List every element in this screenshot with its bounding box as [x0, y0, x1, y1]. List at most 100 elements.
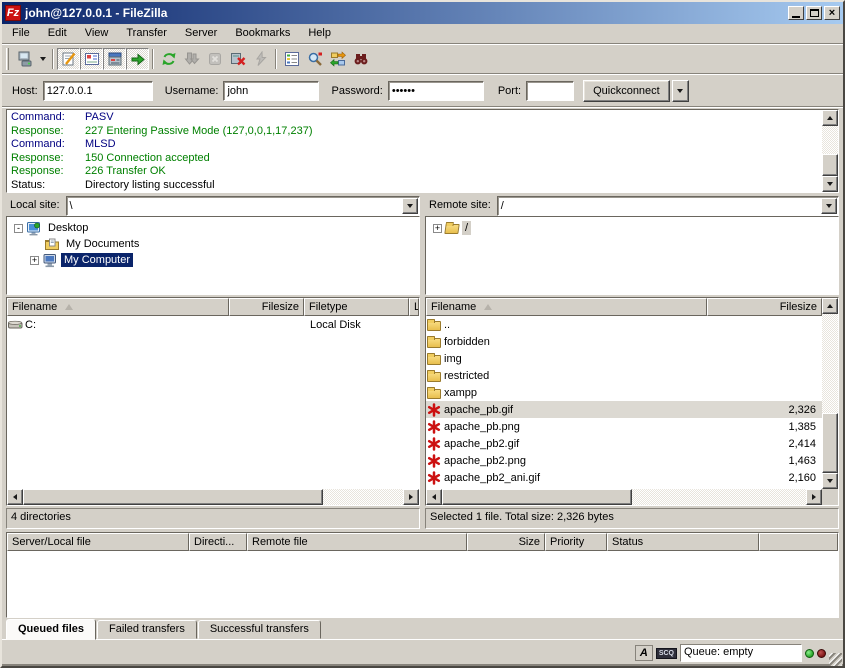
remote-site-combo-arrow[interactable] — [821, 198, 837, 214]
find-files-button[interactable] — [349, 48, 372, 70]
collapse-toggle[interactable]: - — [14, 224, 23, 233]
queue-body[interactable] — [7, 551, 838, 617]
tab-failed-transfers[interactable]: Failed transfers — [97, 620, 197, 639]
scroll-left-button[interactable] — [426, 489, 442, 505]
close-button[interactable]: × — [824, 6, 840, 20]
menu-transfer[interactable]: Transfer — [117, 25, 176, 42]
toggle-message-log-button[interactable] — [57, 48, 80, 70]
site-manager-button[interactable] — [13, 48, 36, 70]
column-header-size[interactable]: Size — [467, 533, 545, 551]
remote-list-vscrollbar[interactable] — [822, 298, 838, 489]
scroll-right-button[interactable] — [403, 489, 419, 505]
column-header-server-local-file[interactable]: Server/Local file — [7, 533, 189, 551]
remote-file-row[interactable]: apache_pb2.gif2,414 — [426, 435, 822, 452]
remote-file-row[interactable]: xampp — [426, 384, 822, 401]
column-header-status[interactable]: Status — [607, 533, 759, 551]
menu-help[interactable]: Help — [299, 25, 340, 42]
scroll-left-button[interactable] — [7, 489, 23, 505]
remote-file-row[interactable]: apache_pb.png1,385 — [426, 418, 822, 435]
column-header-filename[interactable]: Filename — [7, 298, 229, 316]
quickconnect-button[interactable]: Quickconnect — [583, 80, 670, 102]
remote-file-row[interactable]: apache_pb2.png1,463 — [426, 452, 822, 469]
column-header-direction[interactable]: Directi... — [189, 533, 247, 551]
remote-directory-tree: + / — [425, 216, 839, 295]
titlebar[interactable]: Fz john@127.0.0.1 - FileZilla × — [2, 2, 843, 24]
menu-server[interactable]: Server — [176, 25, 226, 42]
process-queue-button[interactable] — [180, 48, 203, 70]
column-header-filesize[interactable]: Filesize — [229, 298, 304, 316]
scrollbar-track[interactable] — [23, 489, 403, 505]
port-input[interactable] — [526, 81, 574, 101]
disconnect-icon — [230, 51, 246, 67]
image-file-icon — [427, 454, 441, 468]
scroll-down-button[interactable] — [822, 176, 838, 192]
scrollbar-thumb[interactable] — [822, 413, 838, 473]
scrollbar-track[interactable] — [442, 489, 806, 505]
username-input[interactable] — [223, 81, 319, 101]
column-header-filetype[interactable]: Filetype — [304, 298, 409, 316]
menu-bookmarks[interactable]: Bookmarks — [226, 25, 299, 42]
tab-successful-transfers[interactable]: Successful transfers — [198, 620, 321, 639]
remote-site-combo[interactable]: / — [497, 196, 839, 216]
scrollbar-thumb[interactable] — [442, 489, 632, 505]
maximize-button[interactable] — [806, 6, 822, 20]
remote-file-row[interactable]: img — [426, 350, 822, 367]
column-header-priority[interactable]: Priority — [545, 533, 607, 551]
resize-grip[interactable] — [829, 653, 842, 666]
remote-file-row[interactable]: forbidden — [426, 333, 822, 350]
tree-item-my-computer[interactable]: + My Computer — [7, 252, 419, 268]
toggle-queue-button[interactable] — [126, 48, 149, 70]
log-scrollbar[interactable] — [822, 110, 838, 192]
directory-filters-button[interactable] — [280, 48, 303, 70]
synchronized-browsing-button[interactable] — [326, 48, 349, 70]
local-site-combo-arrow[interactable] — [402, 198, 418, 214]
queue-view-icon — [130, 51, 146, 67]
remote-list-hscrollbar[interactable] — [426, 489, 838, 505]
scrollbar-track[interactable] — [822, 126, 838, 176]
column-header-remote-file[interactable]: Remote file — [247, 533, 467, 551]
column-header-lastmodified[interactable]: L — [409, 298, 419, 316]
toolbar-grip — [6, 48, 9, 70]
folder-icon — [427, 338, 441, 348]
column-header-filename[interactable]: Filename — [426, 298, 707, 316]
quickconnect-dropdown[interactable] — [672, 80, 689, 102]
site-manager-dropdown[interactable] — [36, 48, 49, 70]
disconnect-button[interactable] — [226, 48, 249, 70]
password-input[interactable] — [388, 81, 484, 101]
menu-edit[interactable]: Edit — [39, 25, 76, 42]
tree-item-root[interactable]: + / — [426, 220, 838, 236]
remote-file-row-selected[interactable]: apache_pb.gif2,326 — [426, 401, 822, 418]
local-file-row[interactable]: C: Local Disk — [7, 316, 419, 333]
scrollbar-track[interactable] — [822, 314, 838, 473]
local-list-hscrollbar[interactable] — [7, 489, 419, 505]
scroll-up-button[interactable] — [822, 110, 838, 126]
toggle-local-tree-button[interactable] — [80, 48, 103, 70]
scrollbar-thumb[interactable] — [822, 154, 838, 176]
remote-file-row[interactable]: restricted — [426, 367, 822, 384]
toggle-remote-tree-button[interactable] — [103, 48, 126, 70]
menu-view[interactable]: View — [76, 25, 118, 42]
scroll-up-button[interactable] — [822, 298, 838, 314]
transfer-type-indicator[interactable]: A — [635, 645, 653, 661]
cancel-operation-button[interactable] — [203, 48, 226, 70]
refresh-button[interactable] — [157, 48, 180, 70]
tree-item-my-documents[interactable]: My Documents — [7, 236, 419, 252]
minimize-button[interactable] — [788, 6, 804, 20]
tree-item-desktop[interactable]: - Desktop — [7, 220, 419, 236]
menu-file[interactable]: File — [3, 25, 39, 42]
scroll-down-button[interactable] — [822, 473, 838, 489]
scroll-right-button[interactable] — [806, 489, 822, 505]
speed-limit-badge-icon[interactable]: SCQ — [656, 648, 677, 659]
expand-toggle[interactable]: + — [433, 224, 442, 233]
directory-comparison-button[interactable] — [303, 48, 326, 70]
remote-file-row[interactable]: .. — [426, 316, 822, 333]
column-header-filesize[interactable]: Filesize — [707, 298, 822, 316]
host-input[interactable] — [43, 81, 153, 101]
tab-queued-files[interactable]: Queued files — [6, 619, 96, 640]
remote-file-row[interactable]: apache_pb2_ani.gif2,160 — [426, 469, 822, 486]
arrow-left-icon — [13, 494, 17, 500]
reconnect-button[interactable] — [249, 48, 272, 70]
scrollbar-thumb[interactable] — [23, 489, 323, 505]
expand-toggle[interactable]: + — [30, 256, 39, 265]
local-site-combo[interactable]: \ — [66, 196, 420, 216]
